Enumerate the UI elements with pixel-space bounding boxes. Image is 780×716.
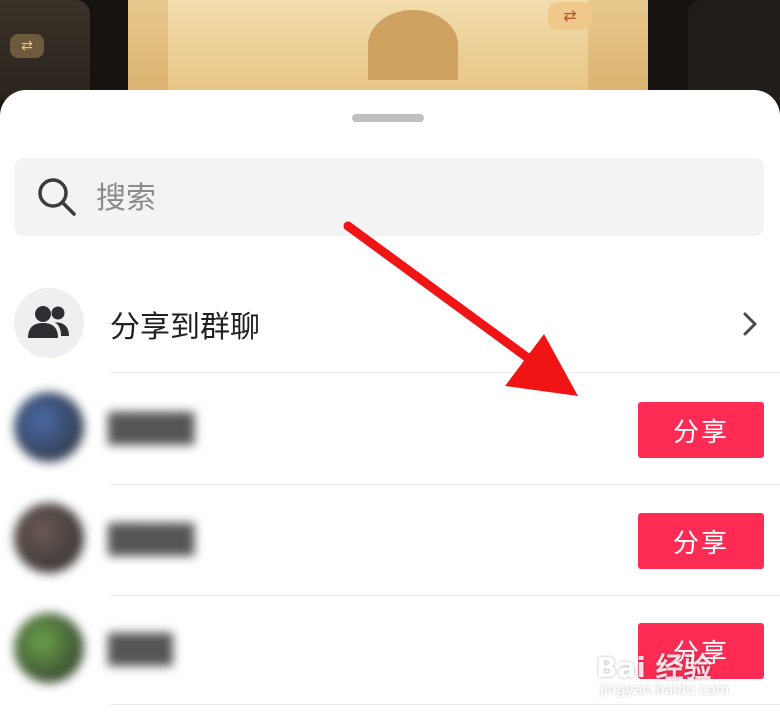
avatar [14,613,84,683]
avatar [14,503,84,573]
divider [110,372,780,373]
share-button[interactable]: 分享 [638,513,764,569]
background-content: ⇄ ⇄ [0,0,780,100]
background-card-inner [168,0,588,95]
background-card-main: ⇄ [128,0,648,100]
avatar [14,392,84,462]
search-bar[interactable] [14,158,764,236]
contact-name: ████ [108,412,195,445]
group-icon [28,306,69,338]
share-sheet: 分享到群聊 ████ 分享 ████ 分享 ███ 分享 [0,90,780,716]
watermark: Bai 经验 jingyan.baidu.com [596,646,776,706]
swap-icon: ⇄ [548,2,592,30]
contact-name: ███ [108,633,173,666]
share-to-group-row[interactable]: 分享到群聊 [0,280,780,370]
search-input[interactable] [94,172,738,224]
share-to-group-label: 分享到群聊 [110,310,260,345]
contact-row: ████ 分享 [0,485,780,595]
share-button[interactable]: 分享 [638,402,764,458]
group-avatar [14,288,84,358]
contact-name: ████ [108,523,195,556]
contact-row: ████ 分享 [0,374,780,484]
swap-icon: ⇄ [10,34,44,58]
watermark-url: jingyan.baidu.com [600,682,730,698]
background-card-right [688,0,780,100]
chevron-right-icon [743,312,757,336]
search-icon [38,178,76,216]
background-arch-shape [368,10,458,80]
background-card-left: ⇄ [0,0,90,100]
watermark-logo: Bai 经验 [596,651,712,684]
sheet-drag-handle[interactable] [352,114,424,122]
